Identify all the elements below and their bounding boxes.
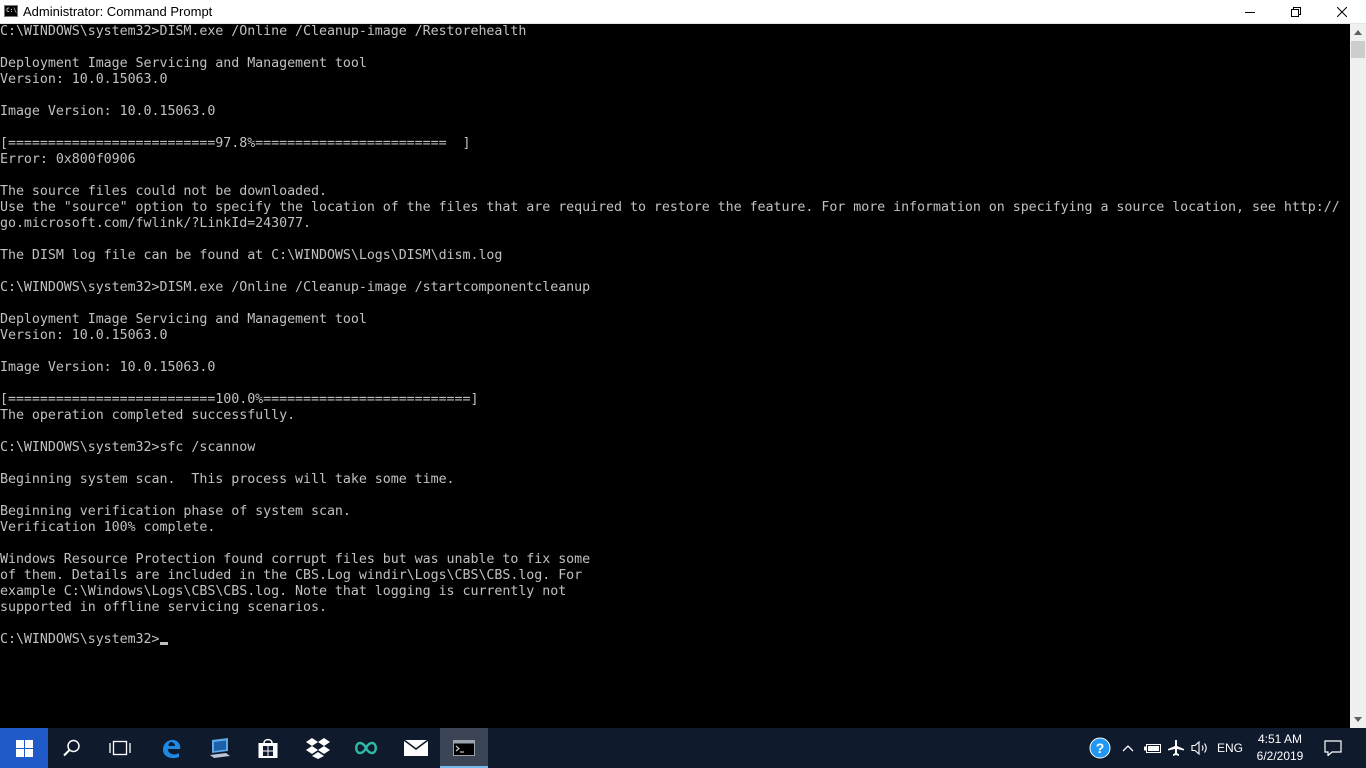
console-line: [==========================97.8%========… — [0, 136, 471, 151]
console-line: supported in offline servicing scenarios… — [0, 600, 327, 615]
airplane-mode-icon — [1168, 740, 1184, 756]
computer-icon — [210, 738, 230, 758]
clock-date: 6/2/2019 — [1256, 749, 1304, 763]
start-button[interactable] — [0, 728, 48, 768]
action-center-button[interactable] — [1318, 728, 1348, 768]
title-bar[interactable]: C:\ Administrator: Command Prompt — [0, 0, 1366, 24]
tray-volume[interactable] — [1189, 728, 1211, 768]
window-title: Administrator: Command Prompt — [23, 4, 213, 19]
tray-help[interactable]: ? — [1086, 728, 1114, 768]
speaker-icon — [1191, 741, 1207, 755]
command-prompt-icon[interactable]: C:\ — [4, 5, 18, 17]
console-line: Image Version: 10.0.15063.0 — [0, 360, 216, 375]
scroll-up-button[interactable] — [1350, 24, 1366, 41]
store-icon — [258, 738, 278, 758]
text-cursor — [159, 642, 168, 645]
taskbar-app-edge[interactable] — [147, 728, 195, 768]
console-line: Beginning verification phase of system s… — [0, 504, 351, 519]
arduino-icon — [355, 741, 377, 755]
console-line: Verification 100% complete. — [0, 520, 216, 535]
console-text: C:\WINDOWS\system32>DISM.exe /Online /Cl… — [0, 24, 1350, 632]
tray-language[interactable]: ENG — [1212, 728, 1248, 768]
minimize-icon — [1245, 11, 1255, 13]
chevron-down-icon — [1354, 717, 1362, 722]
mail-icon — [404, 740, 428, 756]
console-line: Image Version: 10.0.15063.0 — [0, 104, 216, 119]
console-line: of them. Details are included in the CBS… — [0, 568, 583, 583]
chevron-up-icon — [1354, 30, 1362, 35]
console-line: C:\WINDOWS\system32>DISM.exe /Online /Cl… — [0, 280, 591, 295]
console-line: Deployment Image Servicing and Managemen… — [0, 312, 367, 327]
console-line: example C:\Windows\Logs\CBS\CBS.log. Not… — [0, 584, 567, 599]
taskbar-app-computer[interactable] — [196, 728, 244, 768]
console-line: go.microsoft.com/fwlink/?LinkId=243077. — [0, 216, 311, 231]
tray-clock[interactable]: 4:51 AM 6/2/2019 — [1250, 731, 1310, 765]
taskbar-app-store[interactable] — [244, 728, 292, 768]
minimize-button[interactable] — [1227, 0, 1273, 23]
taskbar-app-command-prompt[interactable] — [440, 728, 488, 768]
console-line: Windows Resource Protection found corrup… — [0, 552, 591, 567]
taskbar-app-dropbox[interactable] — [294, 728, 342, 768]
console-line: The source files could not be downloaded… — [0, 184, 327, 199]
console-line: C:\WINDOWS\system32>DISM.exe /Online /Cl… — [0, 24, 527, 39]
console-line: The operation completed successfully. — [0, 408, 296, 423]
tray-network[interactable] — [1165, 728, 1187, 768]
console-line: Version: 10.0.15063.0 — [0, 328, 168, 343]
scrollbar-thumb[interactable] — [1351, 41, 1365, 58]
show-hidden-icons-button[interactable] — [1118, 728, 1138, 768]
restore-button[interactable] — [1273, 0, 1319, 23]
search-icon — [63, 739, 80, 757]
scroll-down-button[interactable] — [1350, 711, 1366, 728]
task-view-icon — [109, 740, 131, 756]
command-prompt-icon — [453, 740, 475, 756]
task-view-button[interactable] — [96, 728, 144, 768]
close-button[interactable] — [1319, 0, 1365, 23]
console-line: Error: 0x800f0906 — [0, 152, 136, 167]
console-line: Deployment Image Servicing and Managemen… — [0, 56, 367, 71]
windows-logo-icon — [15, 739, 33, 757]
taskbar-app-arduino[interactable] — [342, 728, 390, 768]
console-line: [==========================100.0%=======… — [0, 392, 479, 407]
chevron-up-icon — [1122, 745, 1134, 752]
edge-icon — [163, 739, 181, 759]
console-output[interactable]: C:\WINDOWS\system32>DISM.exe /Online /Cl… — [0, 24, 1350, 728]
restore-icon — [1291, 6, 1301, 17]
console-line: Use the "source" option to specify the l… — [0, 200, 1340, 215]
notification-icon — [1324, 740, 1342, 756]
taskbar: ? ENG 4:51 AM 6/2/2019 — [0, 728, 1366, 768]
tray-battery[interactable] — [1141, 728, 1163, 768]
console-prompt-line[interactable]: C:\WINDOWS\system32> — [0, 632, 1350, 648]
help-icon: ? — [1089, 737, 1111, 759]
console-line: Beginning system scan. This process will… — [0, 472, 455, 487]
battery-icon — [1144, 744, 1161, 753]
console-line: C:\WINDOWS\system32>sfc /scannow — [0, 440, 256, 455]
close-icon — [1337, 6, 1347, 17]
taskbar-app-mail[interactable] — [392, 728, 440, 768]
clock-time: 4:51 AM — [1257, 732, 1303, 746]
svg-text:?: ? — [1096, 740, 1105, 756]
console-line: Version: 10.0.15063.0 — [0, 72, 168, 87]
vertical-scrollbar[interactable] — [1350, 24, 1366, 728]
dropbox-icon — [306, 738, 330, 759]
search-button[interactable] — [48, 728, 96, 768]
console-prompt: C:\WINDOWS\system32> — [0, 632, 160, 647]
console-line: The DISM log file can be found at C:\WIN… — [0, 248, 503, 263]
